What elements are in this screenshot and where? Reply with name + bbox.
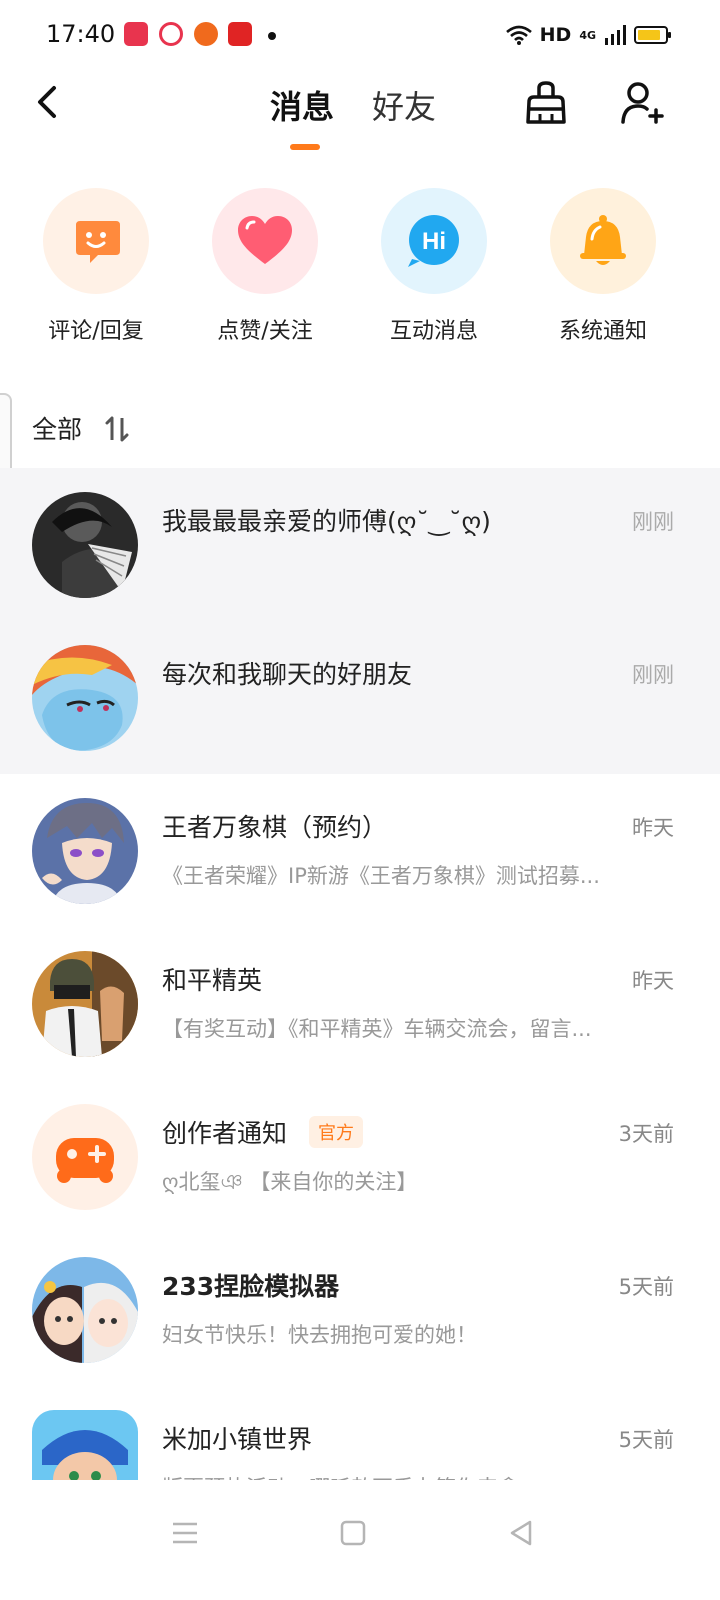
back-nav-button[interactable] [496, 1508, 546, 1558]
conversation-time: 刚刚 [632, 663, 674, 687]
menu-icon [173, 1522, 197, 1544]
conversation-time: 3天前 [618, 1122, 674, 1146]
conversation-preview: 版更预热活动：哪吒敖丙手办等你来拿 [162, 1472, 652, 1480]
avatar [32, 1104, 138, 1210]
conversation-row[interactable]: 233捏脸模拟器 5天前 妇女节快乐！快去拥抱可爱的她！ [0, 1233, 720, 1386]
notification-app-icon [124, 22, 148, 46]
conversation-list: 我最最最亲爱的师傅(ღ˘‿˘ღ) 刚刚 每次和我聊天的好朋友 刚刚 王者万象棋（… [0, 468, 720, 1480]
conversation-preview: 【有奖互动】《和平精英》车辆交流会，留言... [162, 1017, 592, 1041]
conversation-time: 刚刚 [632, 510, 674, 534]
conversation-title-text: 创作者通知 [162, 1119, 288, 1148]
quick-categories: 评论/回复 点赞/关注 Hi 互动消息 系统通知 [0, 185, 720, 345]
notification-app-icon [159, 22, 183, 46]
hi-icon: Hi [381, 188, 487, 294]
list-filter-all[interactable]: 全部 [32, 410, 82, 446]
conversation-title: 米加小镇世界 [162, 1425, 313, 1454]
list-header: 全部 [0, 400, 720, 460]
conversation-title: 和平精英 [162, 966, 263, 995]
menu-nav-button[interactable] [160, 1508, 210, 1558]
conversation-time: 5天前 [618, 1275, 674, 1299]
quick-likes-label: 点赞/关注 [217, 319, 313, 344]
avatar [32, 951, 138, 1057]
heart-icon [212, 188, 318, 294]
active-tab-indicator [290, 144, 320, 150]
notification-app-icon [228, 22, 252, 46]
bell-icon [550, 188, 656, 294]
avatar [32, 492, 138, 598]
conversation-title: 创作者通知 官方 [162, 1114, 364, 1150]
svg-text:Hi: Hi [422, 228, 446, 255]
back-triangle-icon [510, 1520, 532, 1546]
conversation-title: 我最最最亲爱的师傅(ღ˘‿˘ღ) [162, 507, 491, 536]
back-icon[interactable] [28, 80, 68, 124]
hd-indicator: HD [539, 24, 572, 46]
conversation-row[interactable]: 米加小镇世界 5天前 版更预热活动：哪吒敖丙手办等你来拿 [0, 1386, 720, 1480]
wifi-icon [505, 25, 532, 45]
signal-icon [605, 25, 626, 45]
conversation-title: 233捏脸模拟器 [162, 1272, 340, 1301]
quick-likes[interactable]: 点赞/关注 [180, 185, 350, 345]
conversation-row[interactable]: 和平精英 昨天 【有奖互动】《和平精英》车辆交流会，留言... [0, 927, 720, 1080]
quick-comments[interactable]: 评论/回复 [11, 185, 181, 345]
more-notifications-dot [268, 32, 276, 40]
home-square-icon [340, 1520, 366, 1546]
conversation-time: 5天前 [618, 1428, 674, 1452]
quick-system[interactable]: 系统通知 [518, 185, 688, 345]
battery-icon [634, 26, 671, 44]
home-nav-button[interactable] [328, 1508, 378, 1558]
avatar [32, 1257, 138, 1363]
conversation-title: 每次和我聊天的好朋友 [162, 660, 413, 689]
quick-interactions[interactable]: Hi 互动消息 [349, 185, 519, 345]
conversation-row[interactable]: 每次和我聊天的好朋友 刚刚 [0, 621, 720, 774]
conversation-row[interactable]: 创作者通知 官方 3天前 ღ北玺ঞ 【来自你的关注】 [0, 1080, 720, 1233]
avatar [32, 1410, 138, 1480]
conversation-preview: 妇女节快乐！快去拥抱可爱的她！ [162, 1323, 477, 1347]
conversation-row[interactable]: 王者万象棋（预约） 昨天 《王者荣耀》IP新游《王者万象棋》测试招募... [0, 774, 720, 927]
battery-level [638, 30, 661, 40]
conversation-preview: ღ北玺ঞ 【来自你的关注】 [162, 1170, 418, 1194]
conversation-title: 王者万象棋（预约） [162, 813, 388, 842]
official-badge: 官方 [309, 1116, 364, 1148]
add-friend-icon[interactable] [620, 80, 664, 126]
system-nav-bar [0, 1480, 720, 1600]
conversation-time: 昨天 [632, 969, 674, 993]
quick-comments-label: 评论/回复 [48, 319, 144, 344]
network-type: 4G [579, 28, 596, 42]
conversation-time: 昨天 [632, 816, 674, 840]
status-bar: 17:40 HD 4G [0, 0, 720, 70]
notification-app-icon [194, 22, 218, 46]
broom-icon[interactable] [524, 80, 568, 126]
quick-interactions-label: 互动消息 [389, 319, 478, 344]
avatar [32, 798, 138, 904]
comment-icon [43, 188, 149, 294]
conversation-row[interactable]: 我最最最亲爱的师傅(ღ˘‿˘ღ) 刚刚 [0, 468, 720, 621]
conversation-preview: 《王者荣耀》IP新游《王者万象棋》测试招募... [162, 864, 600, 888]
quick-system-label: 系统通知 [558, 319, 647, 344]
tab-friends[interactable]: 好友 [372, 82, 436, 128]
top-bar: 消息 好友 [0, 70, 720, 160]
status-time: 17:40 [46, 20, 116, 48]
sort-icon[interactable] [100, 412, 134, 446]
tab-messages[interactable]: 消息 [270, 82, 334, 128]
avatar [32, 645, 138, 751]
